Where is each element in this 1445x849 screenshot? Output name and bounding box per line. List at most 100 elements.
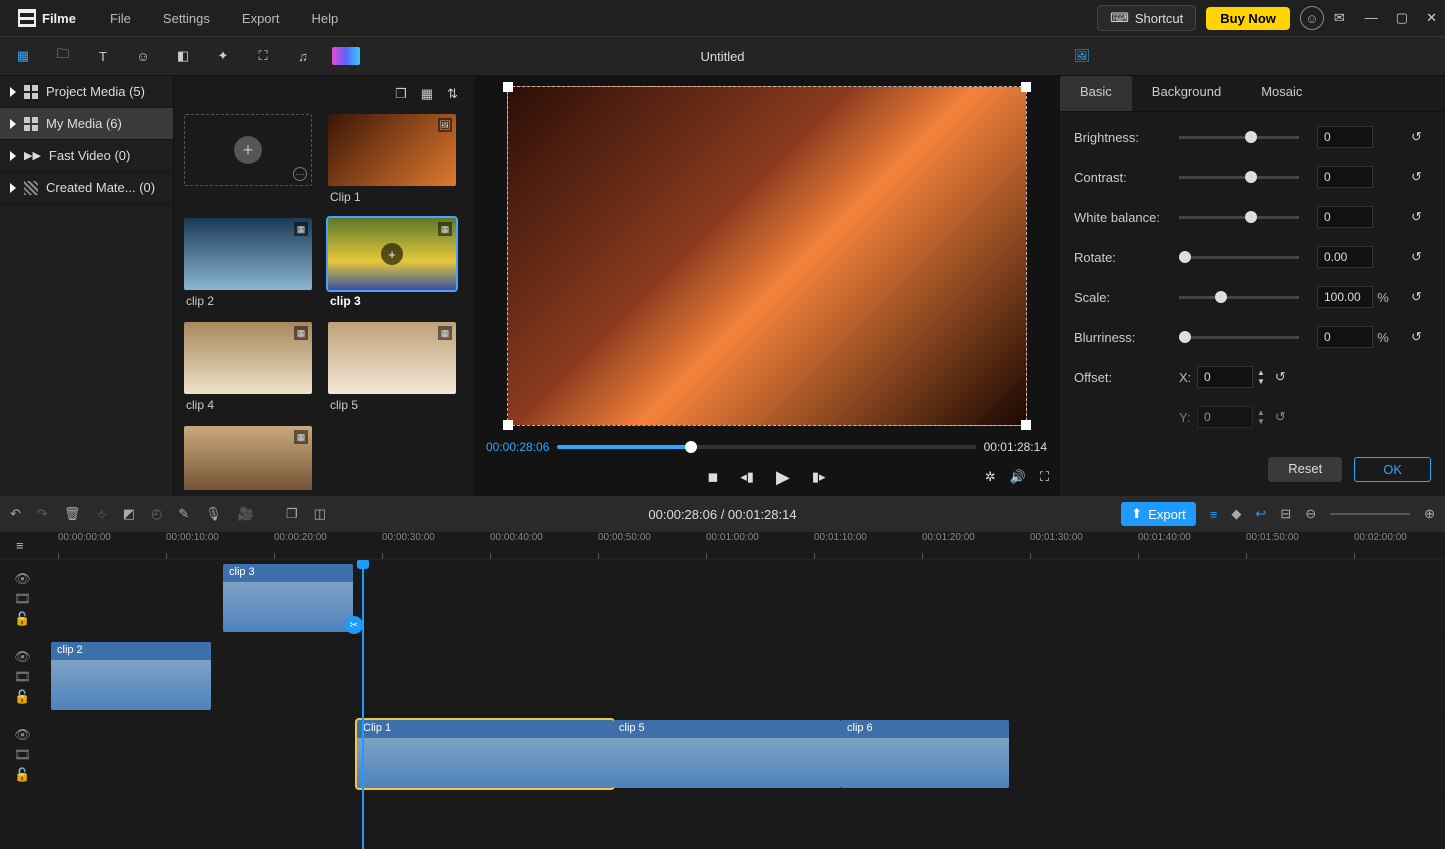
preview-frame[interactable] bbox=[507, 86, 1027, 426]
timeline-clip[interactable]: clip 6 bbox=[841, 720, 1009, 788]
resize-handle-tr[interactable] bbox=[1021, 82, 1031, 92]
revert-icon[interactable]: ↺ bbox=[1411, 209, 1431, 225]
media-clip-extra[interactable]: ▦ bbox=[184, 426, 320, 490]
align-button[interactable]: ≡ bbox=[1210, 507, 1218, 522]
tab-mosaic[interactable]: Mosaic bbox=[1241, 76, 1322, 111]
volume-icon[interactable]: 🔊 bbox=[1010, 469, 1026, 485]
undo-button[interactable]: ↶ bbox=[10, 506, 21, 522]
ok-button[interactable]: OK bbox=[1354, 457, 1431, 482]
sidebar-item-created-materials[interactable]: Created Mate... (0) bbox=[0, 172, 173, 204]
scale-slider[interactable] bbox=[1179, 296, 1299, 299]
prev-frame-button[interactable]: ◂▮ bbox=[740, 469, 754, 485]
revert-icon[interactable]: ↺ bbox=[1411, 129, 1431, 145]
buy-now-button[interactable]: Buy Now bbox=[1206, 7, 1290, 30]
stop-button[interactable]: ◼ bbox=[707, 469, 718, 485]
audio-icon[interactable]: ♫ bbox=[292, 45, 314, 67]
resize-handle-br[interactable] bbox=[1021, 420, 1031, 430]
image-panel-icon[interactable]: 🖼 bbox=[1071, 45, 1093, 67]
brightness-slider[interactable] bbox=[1179, 136, 1299, 139]
time-ruler[interactable]: ≡ 00:00:00:0000:00:10:0000:00:20:0000:00… bbox=[0, 532, 1445, 560]
white-balance-input[interactable] bbox=[1317, 206, 1373, 228]
blurriness-slider[interactable] bbox=[1179, 336, 1299, 339]
speed-button[interactable]: ◴ bbox=[151, 506, 162, 522]
seek-bar[interactable] bbox=[557, 445, 975, 449]
zoom-in-button[interactable]: ⊕ bbox=[1424, 506, 1435, 522]
snap-button[interactable]: ⊟ bbox=[1280, 506, 1291, 522]
view-grid-icon[interactable]: ▦ bbox=[421, 86, 433, 102]
white-balance-slider[interactable] bbox=[1179, 216, 1299, 219]
media-tab-icon[interactable]: ▦ bbox=[12, 45, 34, 67]
sort-icon[interactable]: ⇅ bbox=[447, 86, 458, 102]
mic-button[interactable]: 🎙 bbox=[205, 506, 222, 522]
sticker-icon[interactable]: ☺ bbox=[132, 45, 154, 67]
stepper[interactable]: ▲▼ bbox=[1257, 408, 1265, 426]
revert-icon[interactable]: ↺ bbox=[1411, 289, 1431, 305]
track-lane[interactable]: clip 3✂ bbox=[45, 560, 1445, 637]
track-lane[interactable]: clip 2 bbox=[45, 638, 1445, 715]
filters-icon[interactable] bbox=[332, 47, 360, 65]
more-icon[interactable]: ⋯ bbox=[293, 167, 307, 181]
scissors-icon[interactable]: ✂ bbox=[345, 616, 363, 634]
media-clip-3[interactable]: ▦+ clip 3 bbox=[328, 218, 464, 312]
redo-button[interactable]: ↷ bbox=[37, 506, 48, 522]
play-button[interactable]: ▶ bbox=[776, 467, 790, 488]
lock-icon[interactable]: 🔓 bbox=[14, 689, 30, 705]
visibility-icon[interactable]: 👁 bbox=[14, 571, 31, 587]
contrast-input[interactable] bbox=[1317, 166, 1373, 188]
media-clip-1[interactable]: 🖼 Clip 1 bbox=[328, 114, 464, 208]
preview-canvas[interactable] bbox=[474, 76, 1059, 436]
timeline-clip[interactable]: clip 3 bbox=[223, 564, 353, 632]
timeline-clip[interactable]: clip 5 bbox=[613, 720, 841, 788]
media-clip-2[interactable]: ▦ clip 2 bbox=[184, 218, 320, 312]
brightness-input[interactable] bbox=[1317, 126, 1373, 148]
mirror-button[interactable]: ◫ bbox=[314, 506, 326, 522]
effects-icon[interactable]: ◧ bbox=[172, 45, 194, 67]
zoom-slider[interactable] bbox=[1330, 513, 1410, 515]
marker-panel-button[interactable]: ◆ bbox=[1231, 506, 1241, 522]
loop-button[interactable]: ↩ bbox=[1255, 506, 1266, 522]
blurriness-input[interactable] bbox=[1317, 326, 1373, 348]
rotate-input[interactable] bbox=[1317, 246, 1373, 268]
close-icon[interactable]: ✕ bbox=[1426, 10, 1437, 26]
delete-button[interactable]: 🗑 bbox=[64, 506, 81, 522]
lock-icon[interactable]: 🔓 bbox=[14, 611, 30, 627]
add-media-card[interactable]: + ⋯ bbox=[184, 114, 320, 208]
sidebar-item-my-media[interactable]: My Media (6) bbox=[0, 108, 173, 140]
camera-button[interactable]: 🎥 bbox=[238, 506, 254, 522]
revert-icon[interactable]: ↺ bbox=[1411, 329, 1431, 345]
seek-knob[interactable] bbox=[685, 441, 697, 453]
tab-background[interactable]: Background bbox=[1132, 76, 1241, 111]
fullscreen-icon[interactable]: ⛶ bbox=[1040, 469, 1049, 485]
menu-file[interactable]: File bbox=[98, 7, 143, 30]
lock-icon[interactable]: 🔓 bbox=[14, 767, 30, 783]
mail-icon[interactable]: ✉ bbox=[1334, 10, 1345, 26]
shortcut-button[interactable]: ⌨ Shortcut bbox=[1097, 5, 1196, 31]
revert-icon[interactable]: ↺ bbox=[1411, 169, 1431, 185]
settings-icon[interactable]: ✲ bbox=[985, 469, 996, 485]
revert-icon[interactable]: ↺ bbox=[1275, 369, 1295, 385]
visibility-icon[interactable]: 👁 bbox=[14, 727, 31, 743]
account-icon[interactable]: ☺ bbox=[1300, 6, 1324, 30]
revert-icon[interactable]: ↺ bbox=[1275, 409, 1295, 425]
media-clip-5[interactable]: ▦ clip 5 bbox=[328, 322, 464, 416]
sidebar-item-fast-video[interactable]: ▶▶ Fast Video (0) bbox=[0, 140, 173, 172]
track-lane[interactable]: Clip 1clip 5clip 6 bbox=[45, 716, 1445, 793]
menu-export[interactable]: Export bbox=[230, 7, 292, 30]
timeline-clip[interactable]: Clip 1 bbox=[357, 720, 613, 788]
export-button[interactable]: ⬆ Export bbox=[1121, 502, 1195, 526]
playhead[interactable] bbox=[362, 560, 364, 849]
minimize-icon[interactable]: — bbox=[1365, 10, 1378, 26]
elements-icon[interactable]: ⛶ bbox=[252, 45, 274, 67]
stepper[interactable]: ▲▼ bbox=[1257, 368, 1265, 386]
text-icon[interactable]: T bbox=[92, 45, 114, 67]
maximize-icon[interactable]: ▢ bbox=[1396, 10, 1408, 26]
offset-y-input[interactable] bbox=[1197, 406, 1253, 428]
revert-icon[interactable]: ↺ bbox=[1411, 249, 1431, 265]
sidebar-item-project-media[interactable]: Project Media (5) bbox=[0, 76, 173, 108]
visibility-icon[interactable]: 👁 bbox=[14, 649, 31, 665]
tab-basic[interactable]: Basic bbox=[1060, 76, 1132, 111]
resize-handle-bl[interactable] bbox=[503, 420, 513, 430]
split-button[interactable]: ⎀ bbox=[96, 506, 106, 522]
menu-help[interactable]: Help bbox=[299, 7, 350, 30]
zoom-out-button[interactable]: ⊖ bbox=[1305, 506, 1316, 522]
